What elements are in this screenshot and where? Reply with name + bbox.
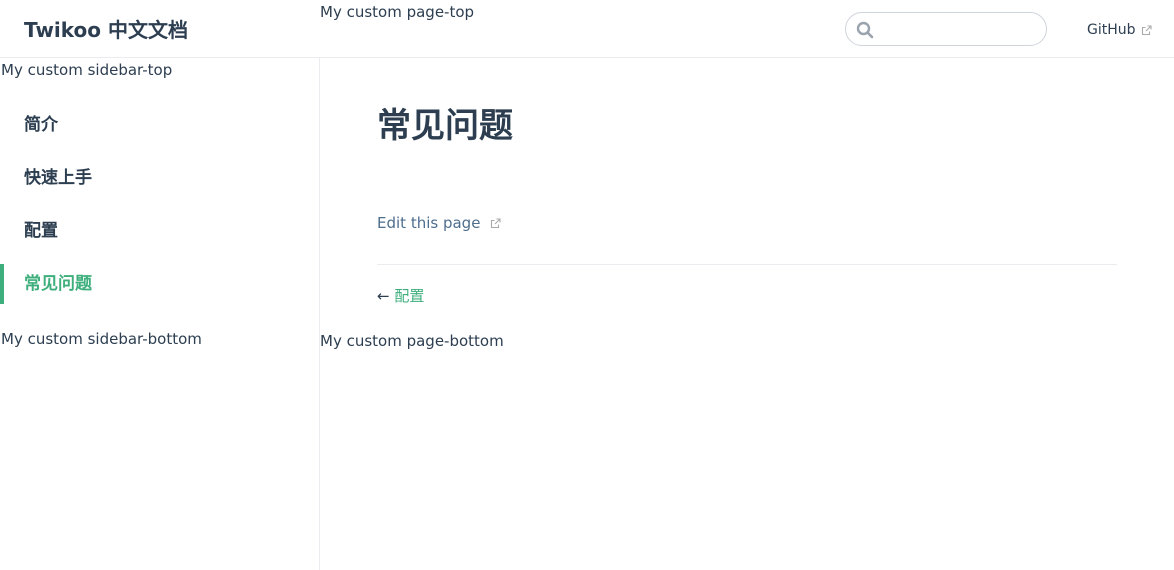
outbound-link-icon [491,217,501,228]
navbar: Twikoo 中文文档 GitHub [0,0,1174,58]
sidebar-item-faq[interactable]: 常见问题 [0,264,319,304]
nav-link-label: GitHub [1087,22,1136,38]
sidebar-item-config[interactable]: 配置 [0,211,319,251]
sidebar-bottom-slot: My custom sidebar-bottom [1,330,202,348]
prev-page-nav: ← 配置 [377,286,424,306]
sidebar-item-quick-start[interactable]: 快速上手 [0,158,319,198]
prev-page-link[interactable]: 配置 [394,287,424,305]
search-box[interactable] [845,12,1047,46]
sidebar: My custom sidebar-top 简介 快速上手 配置 常见问题 My… [0,58,320,570]
edit-link-label: Edit this page [377,214,481,232]
outbound-link-icon [1141,24,1152,35]
content-divider [377,264,1117,265]
prev-arrow-icon: ← [377,287,390,305]
edit-page-link[interactable]: Edit this page [377,213,501,233]
page-title: 常见问题 [377,106,513,146]
nav-link-github[interactable]: GitHub [1087,21,1152,39]
sidebar-top-slot: My custom sidebar-top [1,61,173,79]
search-icon [856,21,874,39]
search-input[interactable] [878,19,1038,39]
page-top-slot: My custom page-top [320,3,475,21]
page-bottom-slot: My custom page-bottom [320,332,504,350]
sidebar-item-intro[interactable]: 简介 [0,105,319,145]
site-name-link[interactable]: Twikoo 中文文档 [24,16,188,44]
